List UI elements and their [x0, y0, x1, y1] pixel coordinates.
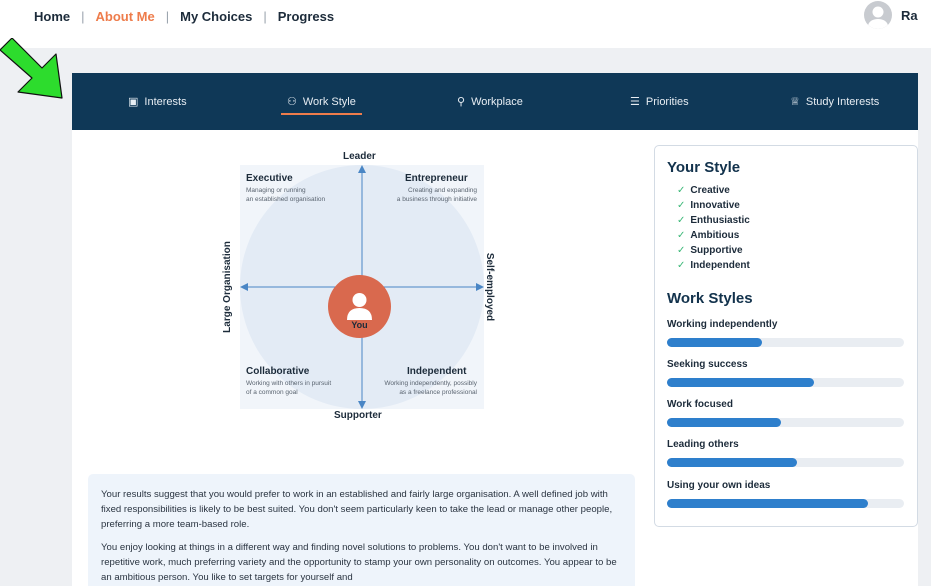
quadrant-desc-executive: Managing or running an established organ… [246, 187, 326, 203]
axis-label-leader: Leader [343, 151, 376, 162]
quadrant-title-independent: Independent [407, 366, 467, 377]
quadrant-desc-entrepreneur: Creating and expanding a business throug… [396, 187, 477, 203]
users-icon: ⚇ [287, 96, 297, 108]
nav-progress[interactable]: Progress [278, 9, 334, 24]
tab-study-interests[interactable]: ♕ Study Interests [790, 73, 879, 130]
green-arrow-icon [0, 38, 63, 99]
tab-label: Priorities [645, 95, 689, 108]
check-icon: ✓ [677, 230, 686, 241]
tab-priorities[interactable]: ☰ Priorities [630, 73, 689, 130]
summary-paragraph: You enjoy looking at things in a differe… [101, 542, 617, 583]
quadrant-title-collaborative: Collaborative [246, 366, 310, 377]
tab-label: Study Interests [805, 95, 880, 108]
work-style-label: Work focused [667, 399, 733, 410]
list-icon: ☰ [630, 96, 640, 108]
summary-paragraph: Your results suggest that you would pref… [101, 489, 613, 530]
nav-separator: | [165, 8, 170, 24]
avatar[interactable] [864, 1, 892, 29]
tab-workplace[interactable]: ⚲ Workplace [457, 73, 523, 130]
trait-item: ✓ Enthusiastic [677, 215, 750, 226]
work-style-bar-track [667, 458, 904, 467]
trait-item: ✓ Supportive [677, 245, 743, 256]
trait-item: ✓ Independent [677, 260, 750, 271]
nav-home[interactable]: Home [34, 9, 70, 24]
work-style-bar-track [667, 499, 904, 508]
top-navigation: Home | About Me | My Choices | Progress [0, 0, 931, 32]
work-style-bar-track [667, 378, 904, 387]
work-style-bar-fill [667, 418, 781, 427]
check-icon: ✓ [677, 200, 686, 211]
check-icon: ✓ [677, 260, 686, 271]
check-icon: ✓ [677, 215, 686, 226]
quadrant-desc-collaborative: Working with others in pursuit of a comm… [246, 380, 332, 396]
tab-work-style[interactable]: ⚇ Work Style [281, 73, 362, 130]
tab-label: Workplace [471, 95, 523, 108]
work-style-label: Using your own ideas [667, 480, 771, 491]
nav-separator: | [81, 8, 85, 24]
work-style-bar-fill [667, 378, 814, 387]
work-style-bar-track [667, 418, 904, 427]
id-card-icon: ▣ [128, 96, 139, 108]
trait-item: ✓ Creative [677, 185, 730, 196]
work-style-bar-fill [667, 458, 798, 467]
trait-item: ✓ Innovative [677, 200, 740, 211]
quadrant-desc-independent: Working independently, possibly as a fre… [384, 380, 477, 396]
work-style-label: Leading others [667, 439, 739, 450]
you-label: You [351, 320, 368, 330]
user-icon: ⚲ [457, 96, 466, 108]
user-avatar-icon [868, 6, 888, 29]
quadrant-title-entrepreneur: Entrepreneur [405, 173, 468, 184]
work-style-label: Seeking success [667, 359, 748, 370]
work-style-summary: Your results suggest that you would pref… [88, 474, 635, 586]
work-styles-heading: Work Styles [667, 290, 753, 307]
work-style-bar-fill [667, 338, 762, 347]
tab-label: Interests [144, 95, 187, 108]
nav-separator: | [263, 8, 267, 24]
tab-label: Work Style [302, 95, 356, 108]
quadrant-title-executive: Executive [246, 173, 293, 184]
axis-label-self-employed: Self-employed [484, 252, 495, 322]
work-style-bar-fill [667, 499, 869, 508]
trait-item: ✓ Ambitious [677, 230, 740, 241]
nav-about-me[interactable]: About Me [96, 9, 155, 24]
check-icon: ✓ [677, 185, 686, 196]
work-style-bar-track [667, 338, 904, 347]
check-icon: ✓ [677, 245, 686, 256]
user-name[interactable]: Ra [901, 8, 918, 23]
nav-my-choices[interactable]: My Choices [180, 9, 252, 24]
axis-label-supporter: Supporter [334, 410, 382, 421]
graduation-icon: ♕ [790, 96, 800, 108]
your-style-heading: Your Style [667, 159, 741, 176]
work-style-label: Working independently [667, 319, 778, 330]
section-tab-bar: ▣ Interests ⚇ Work Style ⚲ Workplace ☰ P… [72, 73, 918, 130]
axis-label-large-organisation: Large Organisation [222, 241, 233, 333]
tab-interests[interactable]: ▣ Interests [128, 73, 187, 130]
